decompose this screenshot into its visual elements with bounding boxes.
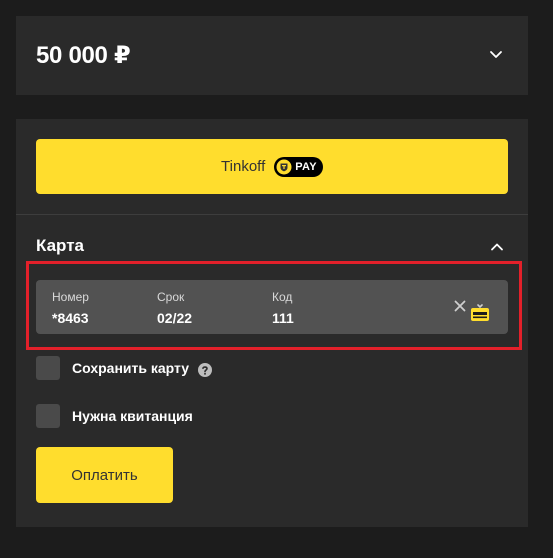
pay-badge-text: PAY: [295, 160, 317, 173]
divider: [16, 214, 528, 215]
pay-badge: PAY: [274, 156, 323, 177]
amount-panel[interactable]: 50 000 ₽: [16, 16, 528, 95]
card-form-highlight: [26, 261, 522, 350]
question-icon[interactable]: [198, 363, 213, 377]
card-section-title: Карта: [36, 236, 84, 255]
receipt-checkbox[interactable]: [36, 404, 60, 428]
chevron-down-icon[interactable]: [488, 46, 504, 62]
tinkoff-pay-button[interactable]: Tinkoff PAY: [36, 139, 508, 194]
payment-amount: 50 000 ₽: [36, 42, 131, 69]
chevron-up-icon[interactable]: [490, 240, 504, 254]
save-card-option[interactable]: Сохранить карту: [36, 356, 213, 380]
pay-button[interactable]: Оплатить: [36, 447, 173, 503]
receipt-option[interactable]: Нужна квитанция: [36, 404, 193, 428]
save-card-label[interactable]: Сохранить карту: [72, 360, 189, 376]
tinkoff-shield-icon: [276, 159, 292, 174]
receipt-label[interactable]: Нужна квитанция: [72, 408, 193, 424]
tinkoff-pay-label: Tinkoff: [221, 158, 266, 175]
save-card-checkbox[interactable]: [36, 356, 60, 380]
